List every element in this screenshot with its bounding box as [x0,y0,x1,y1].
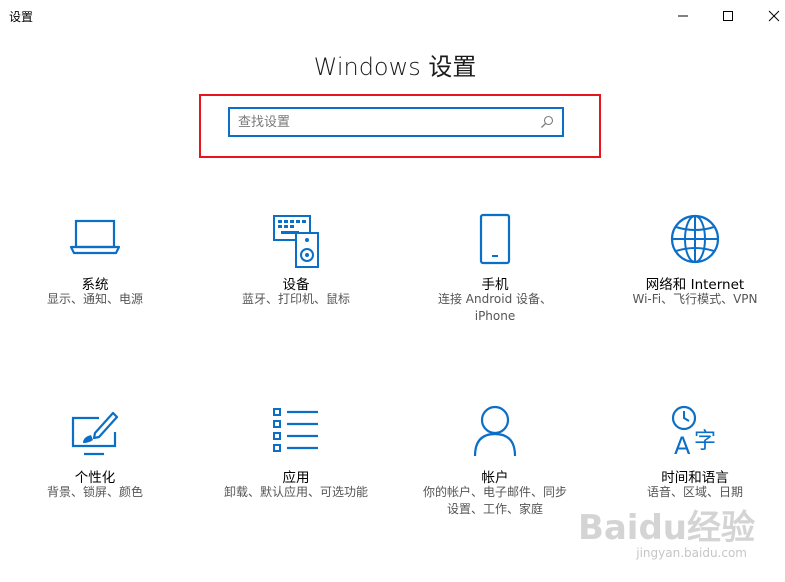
tile-system[interactable]: 系统 显示、通知、电源 [0,205,190,335]
tile-accounts[interactable]: 帐户 你的帐户、电子邮件、同步 设置、工作、家庭 [400,400,590,530]
tile-label: 帐户 [481,470,509,486]
tile-desc: 卸载、默认应用、可选功能 [223,485,368,499]
devices-icon [273,215,319,268]
search-input[interactable] [238,112,528,132]
svg-text:A: A [674,432,691,458]
tile-label: 设备 [282,277,310,293]
time-language-icon: A 字 [671,405,716,458]
tile-devices[interactable]: 设备 蓝牙、打印机、鼠标 [201,205,391,335]
tile-network[interactable]: 网络和 Internet Wi-Fi、飞行模式、VPN [600,205,785,335]
watermark-url: jingyan.baidu.com [636,546,747,560]
account-icon [473,405,517,457]
globe-icon [670,214,720,264]
tile-label: 手机 [481,277,509,293]
tile-desc: 你的帐户、电子邮件、同步 设置、工作、家庭 [422,485,567,516]
tile-desc: 显示、通知、电源 [46,292,143,306]
tile-label: 时间和语言 [661,470,729,486]
close-icon [768,10,780,22]
tile-desc: 连接 Android 设备、 iPhone [437,292,553,323]
apps-icon [273,408,318,452]
watermark-logo: Baidu经验 [577,508,755,548]
svg-text:字: 字 [694,429,716,454]
phone-icon [479,213,511,265]
tile-label: 个性化 [74,470,116,486]
maximize-icon [723,11,733,21]
tile-desc: 蓝牙、打印机、鼠标 [241,292,350,306]
laptop-icon [69,219,121,255]
tile-label: 网络和 Internet [645,277,745,293]
page-title: Windows 设置 [313,53,477,81]
close-button[interactable] [751,0,785,32]
minimize-button[interactable] [660,0,706,32]
window-title: 设置 [9,10,34,24]
tile-apps[interactable]: 应用 卸载、默认应用、可选功能 [201,400,391,530]
personalization-icon [71,411,119,456]
search-icon[interactable] [540,115,554,129]
minimize-icon [678,15,688,17]
maximize-button[interactable] [705,0,751,32]
tile-desc: 语音、区域、日期 [646,485,743,499]
tile-phone[interactable]: 手机 连接 Android 设备、 iPhone [400,205,590,335]
tile-personalization[interactable]: 个性化 背景、锁屏、颜色 [0,400,190,530]
tile-label: 应用 [282,470,310,486]
tile-desc: Wi-Fi、飞行模式、VPN [632,292,758,306]
tile-desc: 背景、锁屏、颜色 [46,485,143,499]
title-bar: 设置 [0,0,785,32]
search-box[interactable] [228,107,564,137]
tile-label: 系统 [81,277,109,293]
